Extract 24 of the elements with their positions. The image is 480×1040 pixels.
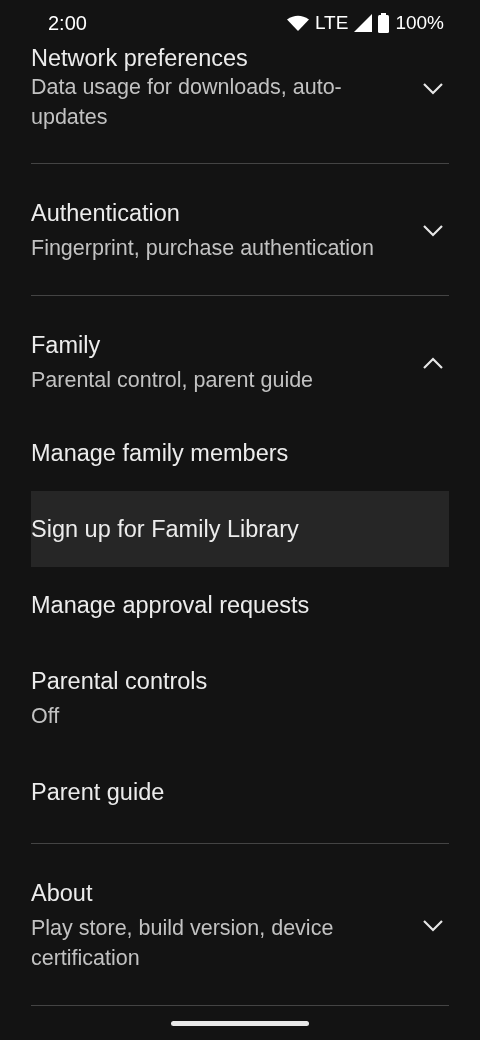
status-time: 2:00 (48, 11, 87, 35)
section-title: Family (31, 331, 102, 360)
wifi-icon (286, 15, 309, 31)
section-title: Network preferences (31, 46, 249, 70)
section-subtitle: Parental control, parent guide (31, 367, 315, 394)
section-subtitle: Fingerprint, purchase authentication (31, 235, 375, 262)
section-title: About (31, 879, 94, 908)
section-subtitle: Play store, build version, device certification (31, 915, 335, 972)
menu-item[interactable]: Sign up for Family Library (31, 491, 449, 567)
menu-item[interactable]: Manage approval requests (31, 567, 449, 643)
section-header[interactable]: Family Parental control, parent guide (31, 330, 449, 395)
network-type: LTE (314, 12, 349, 34)
menu-item[interactable]: Parental controls Off (31, 643, 449, 754)
signal-icon (354, 14, 373, 32)
section-header[interactable]: Network preferences Data usage for downloads, auto-updates (31, 46, 449, 132)
section-subtitle: Data usage for downloads, auto-updates (31, 74, 343, 131)
section-header[interactable]: Authentication Fingerprint, purchase authentication (31, 198, 449, 263)
menu-item[interactable]: Manage family members (31, 415, 449, 491)
section-header[interactable]: About Play store, build version, device certification (31, 878, 449, 973)
battery-level: 100% (395, 12, 444, 34)
menu-item[interactable]: Parent guide (31, 754, 449, 830)
home-handle[interactable] (171, 1021, 309, 1026)
battery-icon (378, 13, 390, 33)
section-title: Authentication (31, 199, 181, 228)
